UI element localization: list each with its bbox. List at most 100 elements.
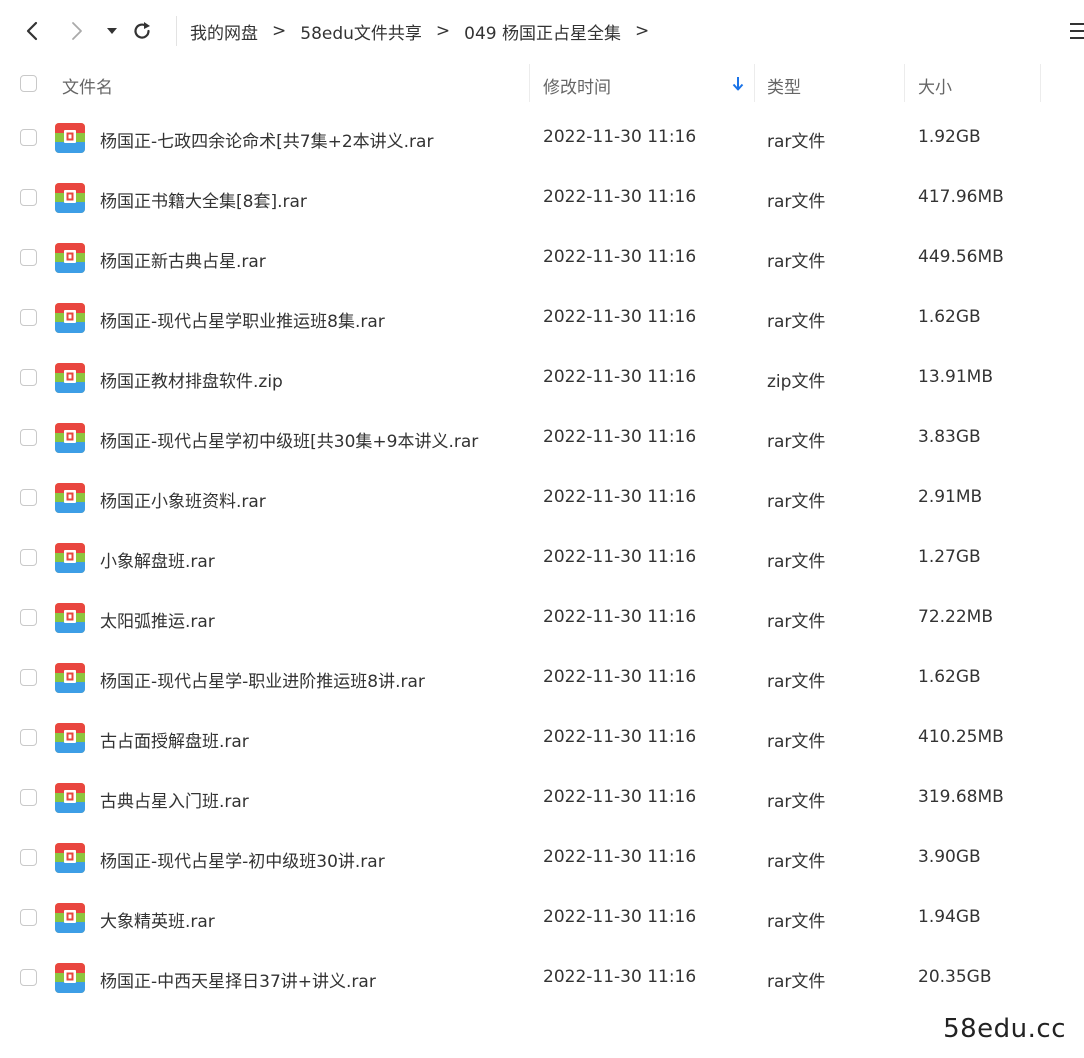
column-header-name[interactable]: 文件名 [62,73,113,98]
file-row[interactable]: 杨国正新古典占星.rar 2022-11-30 11:16 rar文件 449.… [0,228,1084,288]
file-size: 3.83GB [918,427,981,447]
row-checkbox[interactable] [20,429,37,446]
archive-file-icon [55,663,85,693]
back-button[interactable] [17,16,47,46]
select-all-checkbox[interactable] [20,75,37,92]
file-size: 1.94GB [918,907,981,927]
file-type: rar文件 [767,972,826,992]
file-modified-time: 2022-11-30 11:16 [543,847,697,867]
file-row[interactable]: 小象解盘班.rar 2022-11-30 11:16 rar文件 1.27GB [0,528,1084,588]
file-name[interactable]: 杨国正书籍大全集[8套].rar [100,187,307,212]
menu-button[interactable] [1068,20,1084,42]
file-size: 20.35GB [918,967,992,987]
file-row[interactable]: 太阳弧推运.rar 2022-11-30 11:16 rar文件 72.22MB [0,588,1084,648]
file-name[interactable]: 杨国正小象班资料.rar [100,487,266,512]
file-name[interactable]: 大象精英班.rar [100,907,215,932]
row-checkbox[interactable] [20,609,37,626]
sort-down-arrow-icon[interactable] [732,76,744,92]
file-name[interactable]: 古典占星入门班.rar [100,787,249,812]
row-checkbox[interactable] [20,129,37,146]
file-row[interactable]: 古典占星入门班.rar 2022-11-30 11:16 rar文件 319.6… [0,768,1084,828]
column-header-type[interactable]: 类型 [767,73,801,98]
row-checkbox[interactable] [20,729,37,746]
file-type: rar文件 [767,672,826,692]
row-checkbox[interactable] [20,969,37,986]
breadcrumb-item[interactable]: 我的网盘 [176,19,258,44]
file-type: zip文件 [767,372,826,392]
history-dropdown-button[interactable] [97,16,127,46]
file-row[interactable]: 古占面授解盘班.rar 2022-11-30 11:16 rar文件 410.2… [0,708,1084,768]
file-row[interactable]: 杨国正书籍大全集[8套].rar 2022-11-30 11:16 rar文件 … [0,168,1084,228]
file-row[interactable]: 杨国正-现代占星学职业推运班8集.rar 2022-11-30 11:16 ra… [0,288,1084,348]
file-type: rar文件 [767,852,826,872]
file-size: 1.27GB [918,547,981,567]
archive-file-icon [55,123,85,153]
file-modified-time: 2022-11-30 11:16 [543,247,697,267]
file-row[interactable]: 杨国正-现代占星学初中级班[共30集+9本讲义.rar 2022-11-30 1… [0,408,1084,468]
row-checkbox[interactable] [20,669,37,686]
file-name[interactable]: 杨国正-现代占星学职业推运班8集.rar [100,307,385,332]
file-modified-time: 2022-11-30 11:16 [543,667,697,687]
file-type: rar文件 [767,192,826,212]
file-size: 1.62GB [918,667,981,687]
row-checkbox[interactable] [20,249,37,266]
file-name[interactable]: 古占面授解盘班.rar [100,727,249,752]
list-header: 文件名 修改时间 类型 大小 [0,62,1084,106]
file-size: 319.68MB [918,787,1004,807]
file-name[interactable]: 杨国正-中西天星择日37讲+讲义.rar [100,967,376,992]
refresh-button[interactable] [127,16,157,46]
row-checkbox[interactable] [20,909,37,926]
row-checkbox[interactable] [20,189,37,206]
row-checkbox[interactable] [20,549,37,566]
file-name[interactable]: 杨国正-七政四余论命术[共7集+2本讲义.rar [100,127,433,152]
column-divider[interactable] [754,64,755,102]
file-name[interactable]: 杨国正-现代占星学初中级班[共30集+9本讲义.rar [100,427,478,452]
file-type: rar文件 [767,792,826,812]
file-modified-time: 2022-11-30 11:16 [543,967,697,987]
row-checkbox[interactable] [20,489,37,506]
file-row[interactable]: 杨国正-七政四余论命术[共7集+2本讲义.rar 2022-11-30 11:1… [0,108,1084,168]
file-size: 410.25MB [918,727,1004,747]
chevron-right-icon [72,22,82,40]
file-row[interactable]: 杨国正教材排盘软件.zip 2022-11-30 11:16 zip文件 13.… [0,348,1084,408]
row-checkbox[interactable] [20,789,37,806]
file-size: 2.91MB [918,487,983,507]
file-list: 杨国正-七政四余论命术[共7集+2本讲义.rar 2022-11-30 11:1… [0,108,1084,1008]
file-row[interactable]: 杨国正-中西天星择日37讲+讲义.rar 2022-11-30 11:16 ra… [0,948,1084,1008]
file-row[interactable]: 杨国正-现代占星学-职业进阶推运班8讲.rar 2022-11-30 11:16… [0,648,1084,708]
column-divider[interactable] [529,64,530,102]
archive-file-icon [55,963,85,993]
row-checkbox[interactable] [20,849,37,866]
breadcrumb-item-current[interactable]: 049 杨国正占星全集 [450,19,621,44]
file-name[interactable]: 小象解盘班.rar [100,547,215,572]
archive-file-icon [55,483,85,513]
file-type: rar文件 [767,252,826,272]
breadcrumb-separator: > [435,21,451,41]
refresh-icon [134,22,150,39]
archive-file-icon [55,243,85,273]
breadcrumb: 我的网盘 > 58edu文件共享 > 049 杨国正占星全集 > [176,16,649,46]
file-name[interactable]: 杨国正-现代占星学-职业进阶推运班8讲.rar [100,667,425,692]
forward-button[interactable] [62,16,92,46]
archive-file-icon [55,903,85,933]
file-type: rar文件 [767,552,826,572]
file-row[interactable]: 杨国正小象班资料.rar 2022-11-30 11:16 rar文件 2.91… [0,468,1084,528]
row-checkbox[interactable] [20,369,37,386]
file-type: rar文件 [767,732,826,752]
file-row[interactable]: 杨国正-现代占星学-初中级班30讲.rar 2022-11-30 11:16 r… [0,828,1084,888]
column-header-modified[interactable]: 修改时间 [543,73,611,98]
row-checkbox[interactable] [20,309,37,326]
file-name[interactable]: 太阳弧推运.rar [100,607,215,632]
file-size: 449.56MB [918,247,1004,267]
column-header-size[interactable]: 大小 [918,73,952,98]
breadcrumb-item[interactable]: 58edu文件共享 [286,19,422,44]
column-divider[interactable] [904,64,905,102]
column-divider[interactable] [1040,64,1041,102]
file-row[interactable]: 大象精英班.rar 2022-11-30 11:16 rar文件 1.94GB [0,888,1084,948]
file-name[interactable]: 杨国正新古典占星.rar [100,247,266,272]
archive-file-icon [55,723,85,753]
file-name[interactable]: 杨国正-现代占星学-初中级班30讲.rar [100,847,385,872]
file-name[interactable]: 杨国正教材排盘软件.zip [100,367,283,392]
file-modified-time: 2022-11-30 11:16 [543,127,697,147]
file-modified-time: 2022-11-30 11:16 [543,607,697,627]
